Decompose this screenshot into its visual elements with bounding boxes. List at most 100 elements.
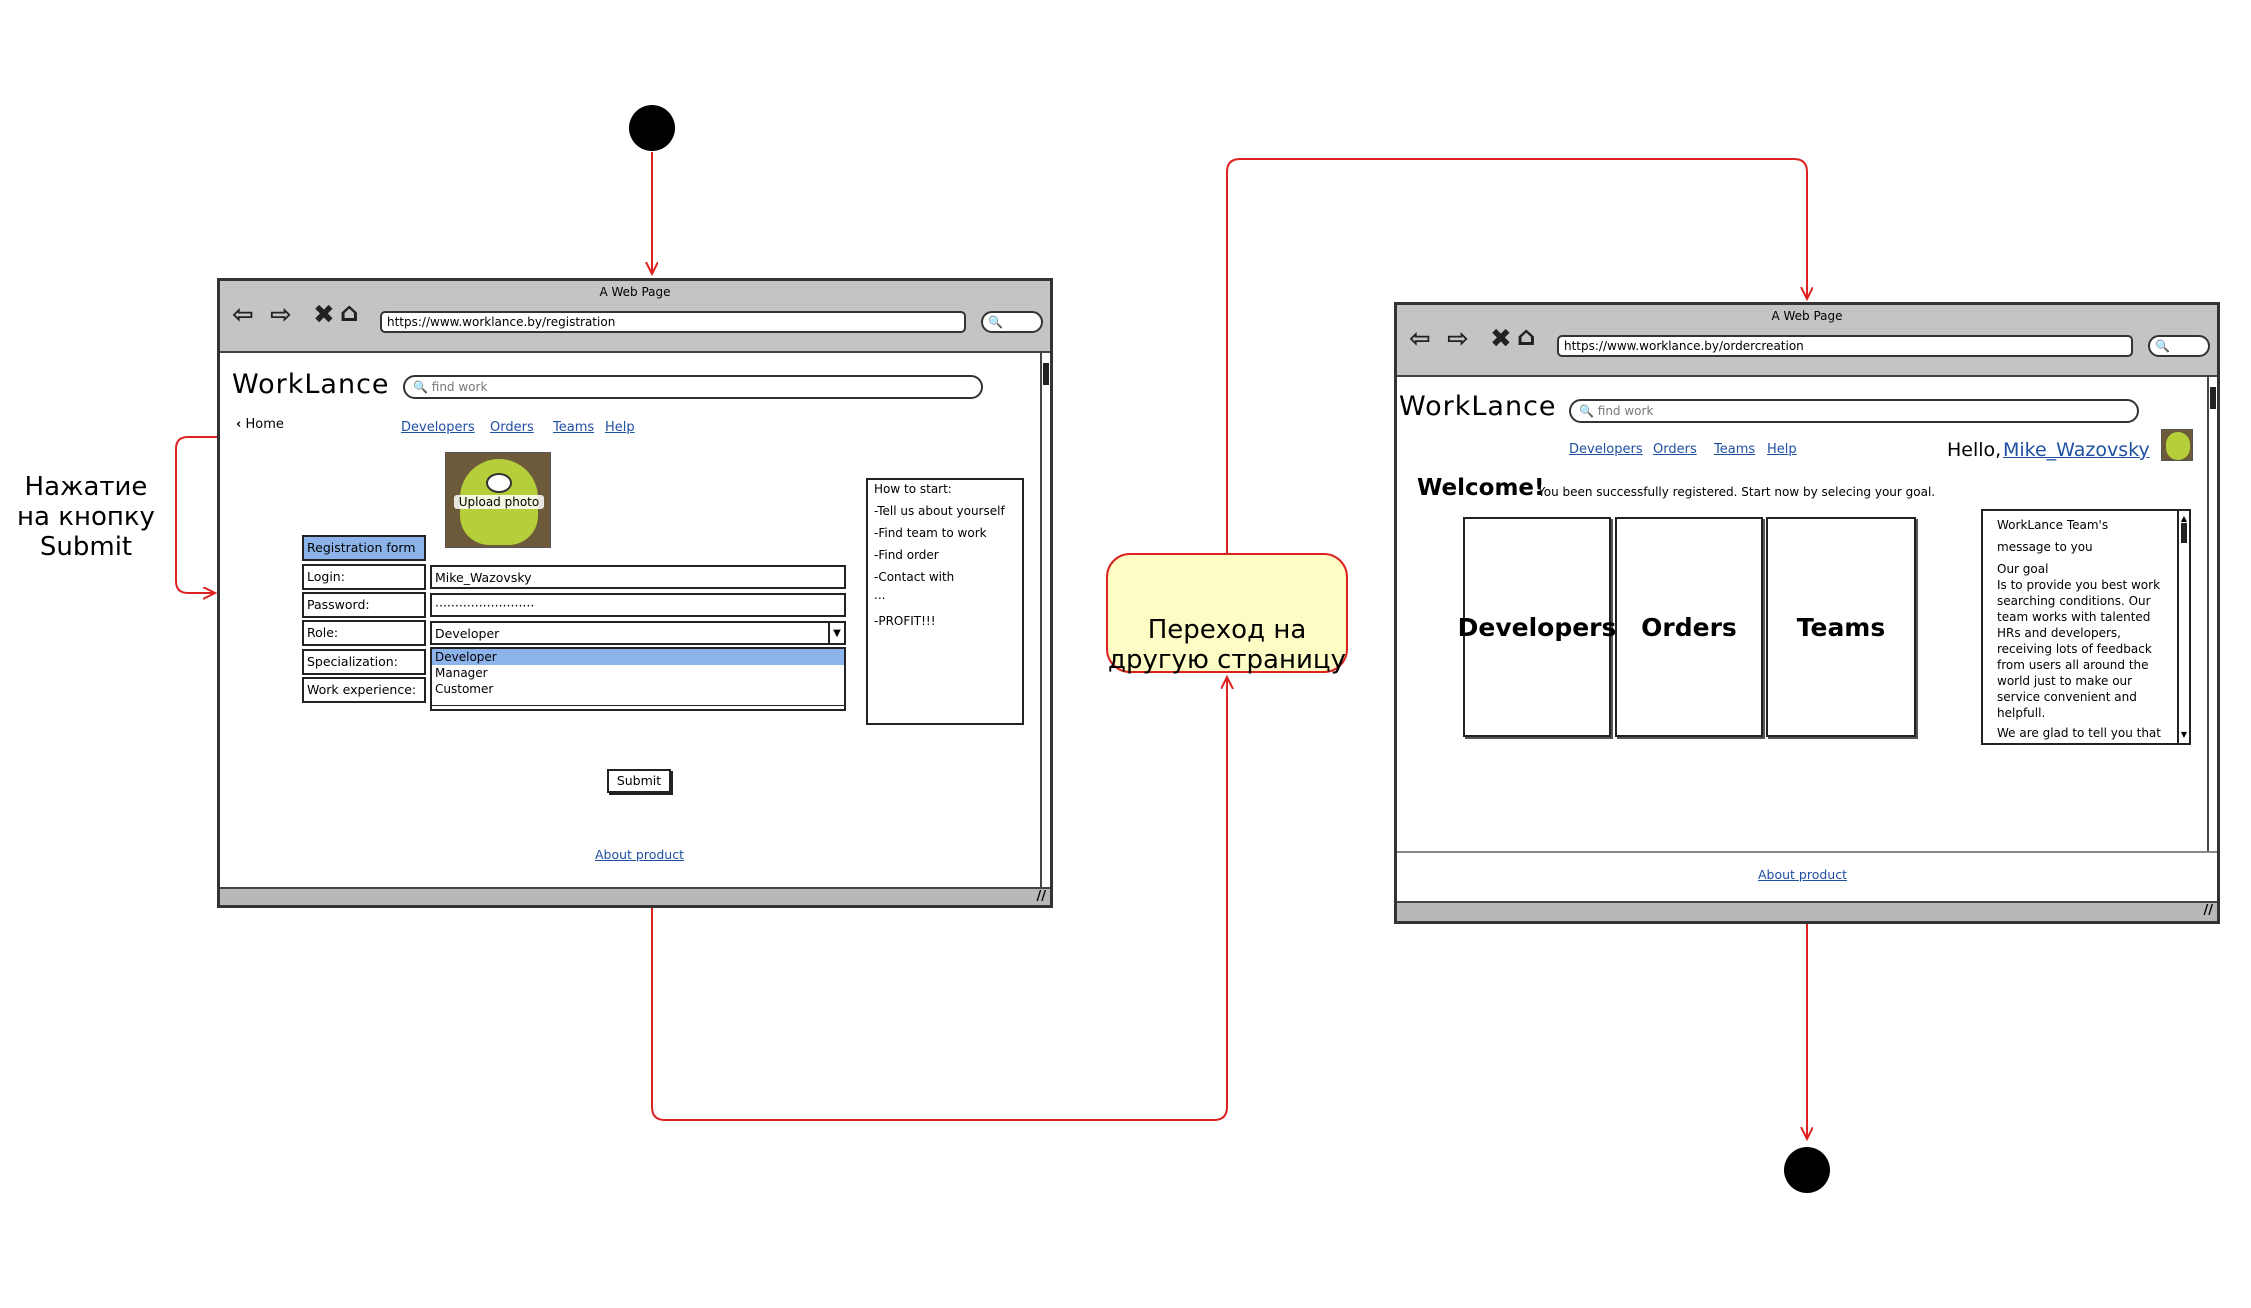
message-line: WorkLance Team's <box>1997 518 2109 532</box>
password-field[interactable]: ························· <box>430 593 846 617</box>
howto-step: ... <box>874 588 886 602</box>
nav-teams[interactable]: Teams <box>1714 442 1755 457</box>
teams-tile[interactable]: Teams <box>1766 517 1916 737</box>
specialization-label: Specialization: <box>302 649 426 675</box>
message-line: searching conditions. Our <box>1997 594 2151 608</box>
avatar-figure <box>2166 432 2190 460</box>
message-line: Our goal <box>1997 562 2049 576</box>
message-line: world just to make our <box>1997 674 2133 688</box>
orders-tile[interactable]: Orders <box>1615 517 1763 737</box>
search-icon: 🔍 <box>413 380 432 394</box>
nav-help[interactable]: Help <box>605 420 635 435</box>
login-field[interactable]: Mike_Wazovsky <box>430 565 846 589</box>
find-work-input[interactable]: 🔍 find work <box>1569 399 2139 423</box>
howto-title: How to start: <box>874 482 952 496</box>
browser-search[interactable]: 🔍 <box>981 311 1043 333</box>
address-bar[interactable]: https://www.worklance.by/ordercreation <box>1557 335 2133 357</box>
password-label: Password: <box>302 592 426 618</box>
upload-photo-label: Upload photo <box>454 495 544 509</box>
start-node <box>629 105 675 151</box>
howto-step: -Contact with <box>874 570 955 584</box>
nav-help[interactable]: Help <box>1767 442 1797 457</box>
status-bar: // <box>220 887 1050 905</box>
address-bar[interactable]: https://www.worklance.by/registration <box>380 311 966 333</box>
message-line: team works with talented <box>1997 610 2151 624</box>
back-icon[interactable]: ⇦ <box>232 301 254 329</box>
search-icon: 🔍 <box>1579 404 1598 418</box>
howto-step: -Find order <box>874 548 939 562</box>
browser-toolbar: A Web Page ⇦ ⇨ ✖ ⌂ https://www.worklance… <box>220 281 1050 353</box>
forward-icon[interactable]: ⇨ <box>1447 325 1469 353</box>
message-line: We are glad to tell you that <box>1997 726 2161 740</box>
nav-orders[interactable]: Orders <box>490 420 534 435</box>
chevron-down-icon[interactable]: ▼ <box>2179 727 2189 743</box>
role-select[interactable]: Developer ▼ <box>430 621 846 645</box>
note-submit-click: Нажатие на кнопку Submit <box>17 472 155 562</box>
home-icon[interactable]: ⌂ <box>340 299 359 327</box>
registration-window: A Web Page ⇦ ⇨ ✖ ⌂ https://www.worklance… <box>217 278 1053 908</box>
find-work-placeholder: find work <box>1597 404 1654 418</box>
stop-icon[interactable]: ✖ <box>313 301 335 329</box>
welcome-window: A Web Page ⇦ ⇨ ✖ ⌂ https://www.worklance… <box>1394 302 2220 924</box>
brand-logo[interactable]: WorkLance <box>232 369 390 400</box>
username-link[interactable]: Mike_Wazovsky <box>2003 439 2150 461</box>
nav-teams[interactable]: Teams <box>553 420 594 435</box>
avatar-eye <box>486 473 512 493</box>
nav-developers[interactable]: Developers <box>1569 442 1643 457</box>
howto-step: -PROFIT!!! <box>874 614 936 628</box>
message-line: Is to provide you best work <box>1997 578 2161 592</box>
about-product-link[interactable]: About product <box>1758 867 1847 882</box>
forward-icon[interactable]: ⇨ <box>270 301 292 329</box>
submit-loop-arrow <box>175 436 217 593</box>
welcome-text: You been successfully registered. Start … <box>1538 485 1936 499</box>
chevron-down-icon[interactable]: ▼ <box>828 623 844 643</box>
greeting-text: Hello, <box>1947 439 2002 461</box>
howto-step: -Tell us about yourself <box>874 504 1005 518</box>
vertical-scrollbar[interactable] <box>2207 377 2217 851</box>
scrollbar-thumb[interactable] <box>1043 363 1049 385</box>
submit-button[interactable]: Submit <box>607 769 671 793</box>
message-line: HRs and developers, <box>1997 626 2121 640</box>
home-link[interactable]: ‹ Home <box>236 417 284 432</box>
home-link-label: Home <box>245 417 284 432</box>
resize-grip-icon[interactable]: // <box>2204 903 2214 918</box>
role-label: Role: <box>302 620 426 646</box>
role-dropdown-list[interactable]: Developer Manager Customer <box>430 647 846 711</box>
browser-search[interactable]: 🔍 <box>2148 335 2210 357</box>
stop-icon[interactable]: ✖ <box>1490 325 1512 353</box>
message-line: from users all around the <box>1997 658 2149 672</box>
list-bottom-rule <box>432 705 844 706</box>
upload-photo-button[interactable]: Upload photo <box>445 452 551 548</box>
window-title: A Web Page <box>599 285 671 299</box>
role-option-developer[interactable]: Developer <box>432 649 844 665</box>
nav-developers[interactable]: Developers <box>401 420 475 435</box>
brand-logo[interactable]: WorkLance <box>1399 391 1557 422</box>
role-option-customer[interactable]: Customer <box>432 681 844 697</box>
scrollbar-thumb[interactable] <box>2210 387 2216 409</box>
about-product-link[interactable]: About product <box>595 847 684 862</box>
registration-form-header: Registration form <box>302 535 426 561</box>
message-line: receiving lots of feedback <box>1997 642 2152 656</box>
avatar[interactable] <box>2161 429 2193 461</box>
team-message-panel: WorkLance Team's message to you Our goal… <box>1981 509 2191 745</box>
back-icon[interactable]: ⇦ <box>1409 325 1431 353</box>
role-option-manager[interactable]: Manager <box>432 665 844 681</box>
vertical-scrollbar[interactable] <box>1040 353 1050 887</box>
browser-toolbar: A Web Page ⇦ ⇨ ✖ ⌂ https://www.worklance… <box>1397 305 2217 377</box>
message-line: service convenient and <box>1997 690 2137 704</box>
find-work-input[interactable]: 🔍 find work <box>403 375 983 399</box>
home-icon[interactable]: ⌂ <box>1517 323 1536 351</box>
resize-grip-icon[interactable]: // <box>1037 889 1047 904</box>
developers-tile[interactable]: Developers <box>1458 517 1616 737</box>
login-label: Login: <box>302 564 426 590</box>
message-scrollbar[interactable]: ▲ ▼ <box>2177 511 2189 743</box>
chevron-left-icon: ‹ <box>236 417 242 432</box>
message-line: message to you <box>1997 540 2093 554</box>
nav-orders[interactable]: Orders <box>1653 442 1697 457</box>
howto-step: -Find team to work <box>874 526 987 540</box>
search-icon: 🔍 <box>988 315 1003 329</box>
role-select-value: Developer <box>435 626 500 641</box>
work-experience-label: Work experience: <box>302 677 426 703</box>
scrollbar-thumb[interactable] <box>2181 523 2187 543</box>
window-title: A Web Page <box>1771 309 1843 323</box>
